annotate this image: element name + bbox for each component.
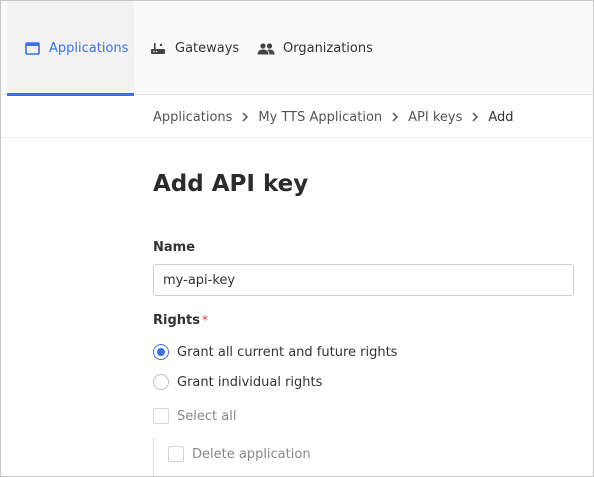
top-navigation: Applications Gateways Organizations [1,1,593,96]
page-title: Add API key [153,171,309,197]
radio-grant-individual-label: Grant individual rights [177,374,323,390]
rights-label: Rights * [153,313,208,328]
router-icon [149,39,167,57]
radio-grant-all-rights[interactable]: Grant all current and future rights [153,344,397,360]
name-label: Name [153,240,196,255]
select-all-label: Select all [177,408,237,424]
chevron-right-icon [241,112,249,122]
radio-unselected-icon[interactable] [153,374,169,390]
application-window-icon [23,39,41,57]
tab-organizations-label: Organizations [283,40,373,56]
name-field[interactable] [153,264,574,296]
people-icon [257,39,275,57]
checkbox-icon[interactable] [153,408,169,424]
required-mark: * [201,313,208,327]
right-delete-application-checkbox[interactable]: Delete application [168,446,311,462]
chevron-right-icon [391,112,399,122]
tab-organizations[interactable]: Organizations [257,1,373,95]
breadcrumb-applications[interactable]: Applications [153,110,232,125]
chevron-right-icon [471,112,479,122]
tab-applications-label: Applications [49,40,129,56]
tab-applications[interactable]: Applications [7,1,134,96]
radio-grant-all-label: Grant all current and future rights [177,344,398,360]
rights-label-text: Rights [153,313,200,328]
app-window: Applications Gateways Organizations Appl… [0,0,594,477]
breadcrumb-my-tts-application[interactable]: My TTS Application [258,110,382,125]
tab-gateways-label: Gateways [175,40,240,56]
breadcrumb-bar: Applications My TTS Application API keys… [1,96,593,138]
select-all-checkbox[interactable]: Select all [153,408,236,424]
rights-list-divider [153,438,154,476]
breadcrumb: Applications My TTS Application API keys… [153,96,514,138]
breadcrumb-api-keys[interactable]: API keys [408,110,462,125]
radio-grant-individual-rights[interactable]: Grant individual rights [153,374,322,390]
radio-selected-icon[interactable] [153,344,169,360]
tab-gateways[interactable]: Gateways [149,1,239,95]
checkbox-icon[interactable] [168,446,184,462]
breadcrumb-add: Add [488,109,514,125]
right-delete-application-label: Delete application [192,446,311,462]
